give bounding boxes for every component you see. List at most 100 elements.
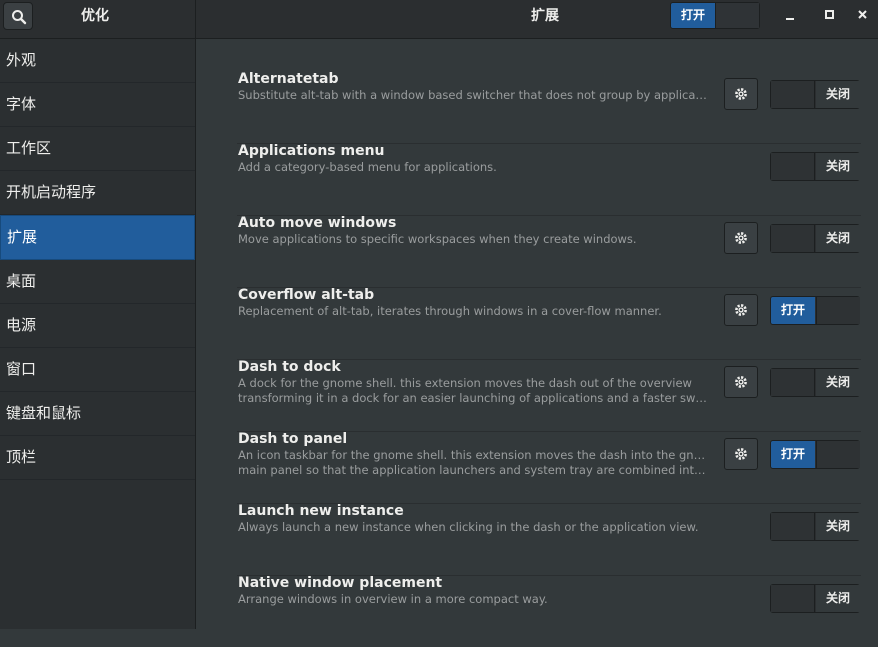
sidebar-item-windows[interactable]: 窗口 bbox=[0, 348, 195, 392]
toggle-state: 关闭 bbox=[816, 585, 860, 612]
description-line: Arrange windows in overview in a more co… bbox=[238, 592, 548, 606]
global-switch-state: 打开 bbox=[671, 3, 715, 28]
description-line: transforming it in a dock for an easier … bbox=[238, 391, 708, 405]
extension-description: Replacement of alt-tab, iterates through… bbox=[238, 304, 708, 319]
description-line: Substitute alt-tab with a window based s… bbox=[238, 88, 708, 102]
description-line: A dock for the gnome shell. this extensi… bbox=[238, 376, 692, 390]
description-line: Add a category-based menu for applicatio… bbox=[238, 160, 497, 174]
close-icon bbox=[858, 10, 867, 19]
sidebar-item-label: 窗口 bbox=[6, 360, 37, 378]
extension-description: An icon taskbar for the gnome shell. thi… bbox=[238, 448, 708, 478]
toggle-state: 打开 bbox=[771, 297, 815, 324]
extension-toggle[interactable]: 关闭 bbox=[770, 80, 860, 109]
extension-description: Substitute alt-tab with a window based s… bbox=[238, 88, 708, 103]
extension-description: A dock for the gnome shell. this extensi… bbox=[238, 376, 708, 406]
extension-title: Auto move windows bbox=[238, 215, 397, 231]
toggle-knob bbox=[816, 297, 860, 324]
sidebar-item-label: 桌面 bbox=[6, 272, 37, 290]
toggle-state: 关闭 bbox=[816, 225, 860, 252]
toggle-knob bbox=[771, 225, 815, 252]
sidebar-item-fonts[interactable]: 字体 bbox=[0, 83, 195, 127]
extension-toggle[interactable]: 关闭 bbox=[770, 152, 860, 181]
extension-title: Coverflow alt-tab bbox=[238, 287, 375, 303]
toggle-state: 打开 bbox=[771, 441, 815, 468]
gear-icon bbox=[735, 376, 747, 388]
extension-settings-button[interactable] bbox=[724, 294, 758, 326]
toggle-state: 关闭 bbox=[816, 513, 860, 540]
description-line: An icon taskbar for the gnome shell. thi… bbox=[238, 448, 708, 462]
sidebar-item-label: 顶栏 bbox=[6, 448, 37, 466]
minimize-button[interactable] bbox=[776, 0, 806, 30]
gear-icon bbox=[735, 232, 747, 244]
extension-title: Dash to dock bbox=[238, 359, 341, 375]
toggle-state: 关闭 bbox=[816, 81, 860, 108]
extension-settings-button[interactable] bbox=[724, 222, 758, 254]
description-line: Always launch a new instance when clicki… bbox=[238, 520, 699, 534]
extension-title: Launch new instance bbox=[238, 503, 404, 519]
extension-row-applications-menu: Applications menu Add a category-based m… bbox=[237, 143, 861, 216]
sidebar-item-extensions[interactable]: 扩展 bbox=[0, 215, 195, 260]
extensions-list: Alternatetab Substitute alt-tab with a w… bbox=[196, 39, 878, 629]
sidebar-item-workspaces[interactable]: 工作区 bbox=[0, 127, 195, 171]
search-icon bbox=[12, 10, 27, 25]
sidebar-item-label: 电源 bbox=[6, 316, 37, 334]
sidebar-item-appearance[interactable]: 外观 bbox=[0, 39, 195, 83]
extension-title: Native window placement bbox=[238, 575, 443, 591]
sidebar-item-desktop[interactable]: 桌面 bbox=[0, 260, 195, 304]
header-bar: 优化 扩展 打开 bbox=[0, 0, 878, 39]
extension-row-coverflow-alt-tab: Coverflow alt-tab Replacement of alt-tab… bbox=[237, 287, 861, 360]
global-switch-knob bbox=[715, 3, 759, 28]
sidebar-item-label: 工作区 bbox=[6, 139, 52, 157]
toggle-knob bbox=[771, 513, 815, 540]
sidebar-item-power[interactable]: 电源 bbox=[0, 304, 195, 348]
extension-toggle[interactable]: 关闭 bbox=[770, 368, 860, 397]
description-line: Move applications to specific workspaces… bbox=[238, 232, 637, 246]
extension-settings-button[interactable] bbox=[724, 78, 758, 110]
gear-icon bbox=[735, 448, 747, 460]
extension-row-auto-move-windows: Auto move windows Move applications to s… bbox=[237, 215, 861, 288]
header-divider bbox=[195, 0, 196, 38]
sidebar-item-label: 扩展 bbox=[7, 228, 38, 246]
description-line: main panel so that the application launc… bbox=[238, 463, 708, 477]
maximize-icon bbox=[825, 10, 834, 19]
toggle-knob bbox=[771, 81, 815, 108]
sidebar-item-top-bar[interactable]: 顶栏 bbox=[0, 436, 195, 480]
toggle-knob bbox=[771, 369, 815, 396]
extension-toggle[interactable]: 关闭 bbox=[770, 224, 860, 253]
search-button[interactable] bbox=[3, 2, 33, 30]
extension-row-native-window-placement: Native window placement Arrange windows … bbox=[237, 575, 861, 647]
extension-toggle[interactable]: 关闭 bbox=[770, 512, 860, 541]
extension-toggle[interactable]: 关闭 bbox=[770, 584, 860, 613]
extension-settings-button[interactable] bbox=[724, 366, 758, 398]
extension-description: Move applications to specific workspaces… bbox=[238, 232, 708, 247]
extension-row-dash-to-dock: Dash to dock A dock for the gnome shell.… bbox=[237, 359, 861, 432]
extension-title: Applications menu bbox=[238, 143, 385, 159]
sidebar: 外观 字体 工作区 开机启动程序 扩展 桌面 电源 窗口 键盘和鼠标 顶栏 bbox=[0, 39, 196, 629]
extension-title: Dash to panel bbox=[238, 431, 348, 447]
toggle-state: 关闭 bbox=[816, 153, 860, 180]
extension-description: Arrange windows in overview in a more co… bbox=[238, 592, 708, 607]
close-button[interactable] bbox=[848, 0, 878, 30]
extension-settings-button[interactable] bbox=[724, 438, 758, 470]
extension-description: Always launch a new instance when clicki… bbox=[238, 520, 708, 535]
sidebar-item-label: 键盘和鼠标 bbox=[6, 404, 82, 422]
gear-icon bbox=[735, 304, 747, 316]
toggle-knob bbox=[816, 441, 860, 468]
extension-title: Alternatetab bbox=[238, 71, 339, 87]
sidebar-item-label: 开机启动程序 bbox=[6, 183, 97, 201]
extension-toggle[interactable]: 打开 bbox=[770, 296, 860, 325]
sidebar-item-label: 外观 bbox=[6, 51, 37, 69]
extension-description: Add a category-based menu for applicatio… bbox=[238, 160, 708, 175]
maximize-button[interactable] bbox=[815, 0, 845, 30]
toggle-knob bbox=[771, 153, 815, 180]
minimize-icon bbox=[786, 18, 794, 20]
extension-toggle[interactable]: 打开 bbox=[770, 440, 860, 469]
gear-icon bbox=[735, 88, 747, 100]
extensions-global-switch[interactable]: 打开 bbox=[670, 2, 760, 29]
sidebar-item-keyboard-mouse[interactable]: 键盘和鼠标 bbox=[0, 392, 195, 436]
description-line: Replacement of alt-tab, iterates through… bbox=[238, 304, 662, 318]
toggle-state: 关闭 bbox=[816, 369, 860, 396]
extension-row-launch-new-instance: Launch new instance Always launch a new … bbox=[237, 503, 861, 576]
page-title: 扩展 bbox=[531, 8, 559, 24]
sidebar-item-startup-applications[interactable]: 开机启动程序 bbox=[0, 171, 195, 215]
